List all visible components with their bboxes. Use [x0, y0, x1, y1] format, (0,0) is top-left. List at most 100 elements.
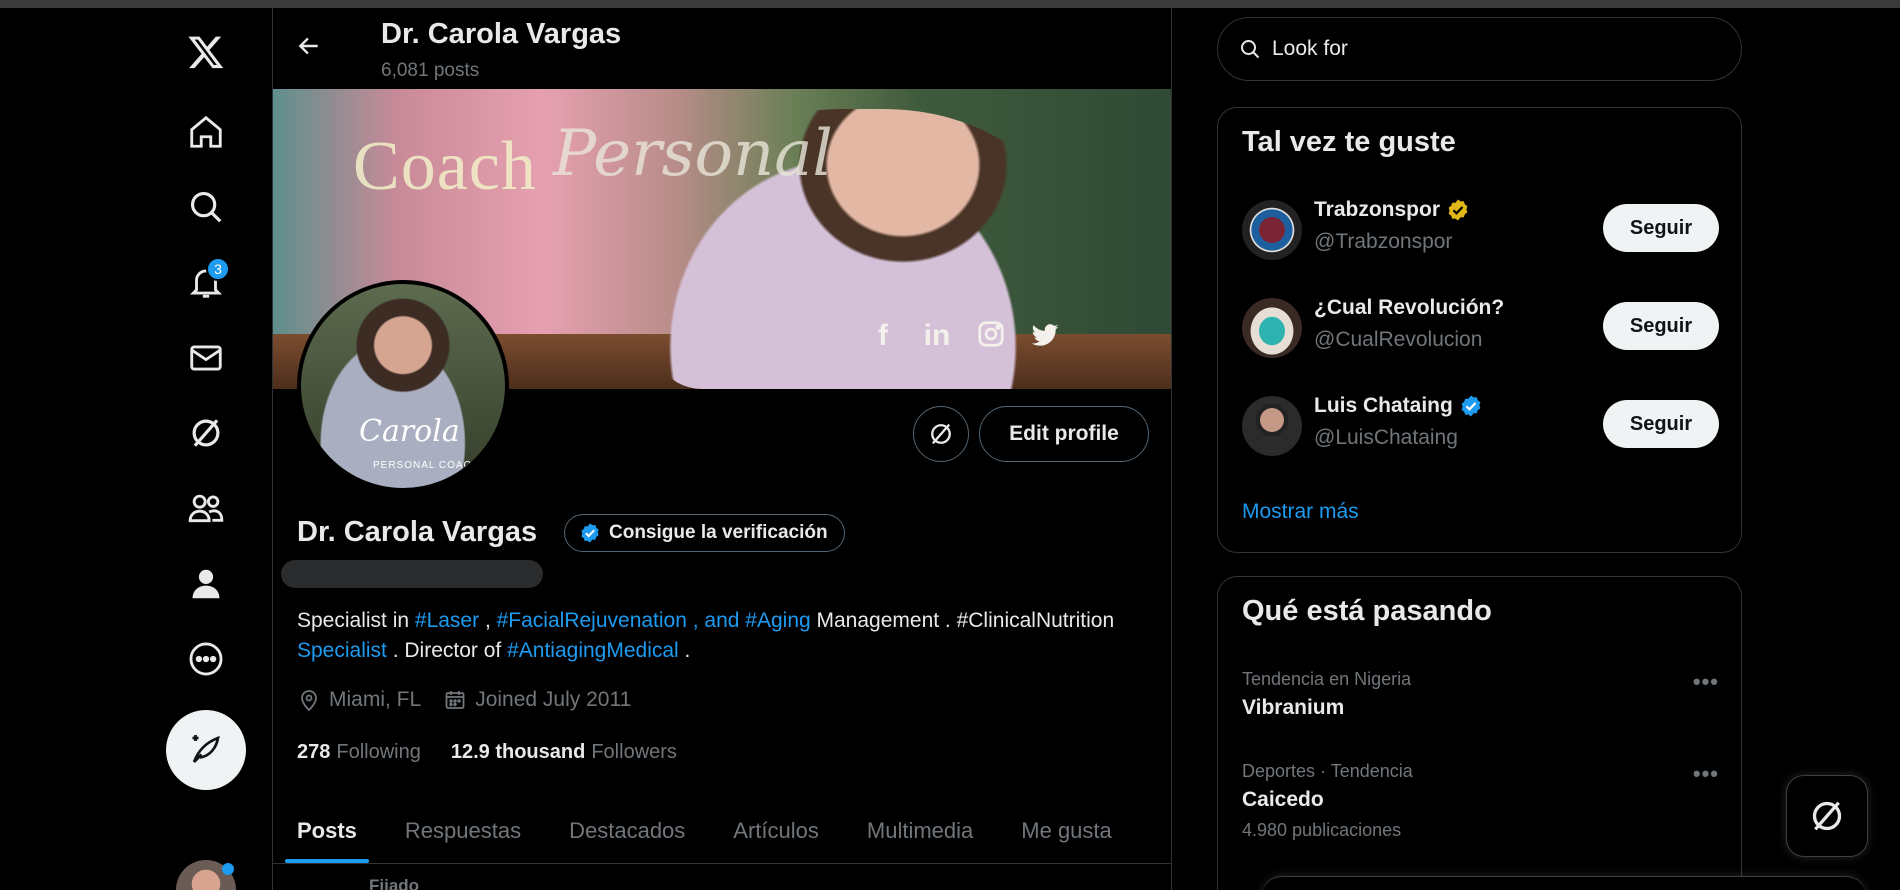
avatar-signature-text: Carola	[359, 414, 460, 449]
messages-envelope-icon[interactable]	[176, 328, 236, 388]
notification-count-badge: 3	[206, 257, 230, 281]
search-icon	[1241, 40, 1260, 59]
trends-title: Qué está pasando	[1242, 595, 1492, 627]
verified-badge-icon	[1461, 395, 1481, 417]
suggestion-item[interactable]: ¿Cual Revolución? @CualRevolucion Seguir	[1242, 296, 1719, 358]
profile-display-name: Dr. Carola Vargas	[297, 516, 538, 548]
profile-tabs: Posts Respuestas Destacados Artículos Mu…	[273, 798, 1171, 864]
suggestion-name: Trabzonspor	[1314, 198, 1470, 222]
profile-bio: Specialist in #Laser , #FacialRejuvenati…	[297, 606, 1157, 666]
grok-profile-button[interactable]	[913, 406, 969, 462]
suggestion-item[interactable]: Trabzonspor @Trabzonspor Seguir	[1242, 198, 1719, 260]
joined-text: Joined July 2011	[475, 688, 632, 711]
messages-drawer[interactable]	[1262, 876, 1866, 890]
x-logo-icon[interactable]	[176, 22, 236, 82]
luis-chataing-avatar	[1242, 396, 1302, 456]
edit-profile-button[interactable]: Edit profile	[979, 406, 1149, 462]
profile-icon[interactable]	[176, 554, 236, 614]
followers-link[interactable]: 12.9 thousand Followers	[451, 741, 677, 764]
grok-icon[interactable]	[176, 403, 236, 463]
back-arrow-icon[interactable]	[289, 26, 329, 66]
header-profile-name: Dr. Carola Vargas	[381, 18, 622, 50]
more-options-icon[interactable]	[176, 629, 236, 689]
pinned-label: Fijado	[369, 876, 420, 890]
suggestion-item[interactable]: Luis Chataing @LuisChataing Seguir	[1242, 394, 1719, 456]
followers-count: 12.9 thousand	[450, 741, 586, 763]
tab-replies[interactable]: Respuestas	[381, 798, 545, 863]
who-to-follow-title: Tal vez te guste	[1242, 126, 1456, 158]
trend-more-icon[interactable]: •••	[1693, 761, 1719, 787]
verified-badge-icon	[581, 523, 599, 543]
search-input[interactable]	[1272, 37, 1712, 61]
trends-card: Qué está pasando Tendencia en Nigeria Vi…	[1217, 576, 1742, 890]
followers-label: Followers	[591, 741, 677, 763]
trend-item[interactable]: Deportes · Tendencia Caicedo 4.980 publi…	[1242, 761, 1719, 841]
profile-location: Miami, FL	[297, 688, 421, 712]
gold-verified-badge-icon	[1448, 199, 1468, 221]
window-top-strip	[0, 0, 1900, 8]
notifications-bell-icon[interactable]: 3	[176, 252, 236, 312]
get-verified-label: Consigue la verificación	[609, 522, 828, 543]
calendar-icon	[445, 691, 465, 709]
banner-social-icons: f in	[866, 319, 1062, 359]
tab-media[interactable]: Multimedia	[843, 798, 997, 863]
hashtag-antiaging-medical-link[interactable]: #AntiagingMedical	[507, 639, 679, 662]
trend-category: Deportes · Tendencia	[1242, 761, 1413, 781]
trend-more-icon[interactable]: •••	[1693, 669, 1719, 695]
follow-button[interactable]: Seguir	[1603, 400, 1719, 448]
compose-post-button[interactable]	[166, 710, 246, 790]
trend-name: Vibranium	[1242, 696, 1345, 719]
redacted-handle	[281, 560, 543, 588]
bio-text: .	[678, 639, 691, 662]
follow-button[interactable]: Seguir	[1603, 302, 1719, 350]
profile-main-column: Dr. Carola Vargas 6,081 posts Coach Pers…	[272, 8, 1172, 890]
suggestion-name-text: Trabzonspor	[1314, 198, 1441, 221]
suggestion-name-text: Luis Chataing	[1314, 394, 1453, 417]
twitter-bird-icon	[1028, 319, 1062, 359]
follow-button[interactable]: Seguir	[1603, 204, 1719, 252]
profile-avatar[interactable]: Carola PERSONAL COACH	[297, 280, 509, 492]
facebook-icon: f	[878, 319, 888, 352]
trend-category: Tendencia en Nigeria	[1242, 669, 1412, 689]
following-link[interactable]: 278 Following	[297, 741, 421, 764]
instagram-icon	[974, 319, 1008, 359]
suggestion-handle: @CualRevolucion	[1314, 328, 1483, 351]
home-icon[interactable]	[176, 102, 236, 162]
trend-name: Caicedo	[1242, 788, 1324, 811]
suggestion-handle: @Trabzonspor	[1314, 230, 1453, 253]
floating-grok-button[interactable]	[1786, 775, 1868, 857]
explore-search-icon[interactable]	[176, 177, 236, 237]
trabzonspor-avatar	[1242, 200, 1302, 260]
banner-personal-text: Personal	[553, 117, 833, 191]
suggestion-handle: @LuisChataing	[1314, 426, 1458, 449]
linkedin-icon: in	[923, 319, 951, 352]
location-text: Miami, FL	[329, 688, 422, 711]
grok-icon	[1812, 801, 1842, 831]
banner-coach-text: Coach	[353, 128, 537, 205]
cual-revolucion-avatar	[1242, 298, 1302, 358]
communities-icon[interactable]	[176, 478, 236, 538]
show-more-link[interactable]: Mostrar más	[1242, 500, 1359, 524]
bio-text: . Director of	[386, 639, 508, 662]
profile-joined-date: Joined July 2011	[443, 688, 631, 712]
tab-highlights[interactable]: Destacados	[545, 798, 709, 863]
tab-articles[interactable]: Artículos	[709, 798, 843, 863]
hashtag-facial-rejuvenation-link[interactable]: #FacialRejuvenation , and #Aging	[497, 609, 811, 632]
tab-posts[interactable]: Posts	[273, 798, 381, 863]
tab-likes[interactable]: Me gusta	[997, 798, 1136, 863]
trend-post-count: 4.980 publicaciones	[1242, 820, 1402, 840]
bio-text: Specialist in	[297, 609, 415, 632]
profile-meta: Miami, FL Joined July 2011	[297, 688, 631, 712]
header-post-count: 6,081 posts	[381, 60, 480, 81]
trend-item[interactable]: Tendencia en Nigeria Vibranium •••	[1242, 669, 1719, 720]
left-navigation: 3	[0, 8, 272, 890]
avatar-subtitle-text: PERSONAL COACH	[373, 460, 480, 471]
suggestion-name: ¿Cual Revolución?	[1314, 296, 1504, 320]
specialist-link[interactable]: Specialist	[297, 639, 387, 662]
suggestion-name: Luis Chataing	[1314, 394, 1483, 418]
profile-stats: 278 Following 12.9 thousand Followers	[297, 741, 677, 764]
search-box[interactable]	[1217, 17, 1742, 81]
suggestion-name-text: ¿Cual Revolución?	[1314, 296, 1505, 319]
get-verified-button[interactable]: Consigue la verificación	[564, 514, 845, 552]
hashtag-laser-link[interactable]: #Laser	[415, 609, 479, 632]
